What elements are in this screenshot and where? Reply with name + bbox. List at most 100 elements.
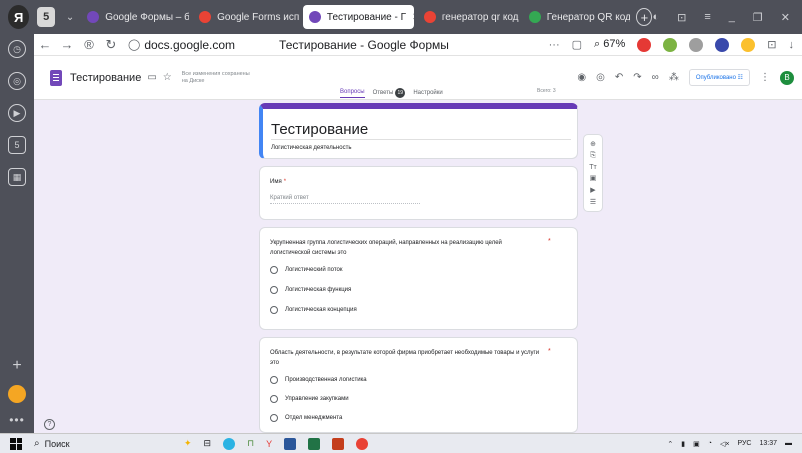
clock[interactable]: 13:37 [759,440,777,447]
weather-widget-icon[interactable]: ✦ [184,438,192,449]
zoom-level[interactable]: ⌕ 67% [594,38,625,51]
minimize-icon[interactable]: _ [729,11,735,23]
profile-icon[interactable]: ◐ [652,11,659,23]
question-card-procurement[interactable]: Область деятельности, в результате котор… [259,337,578,433]
yandex-browser-icon[interactable]: Y [266,439,272,449]
tray-app-icon[interactable]: ▮ [681,440,685,448]
question-card-logistics-group[interactable]: Укрупненная группа логистических операци… [259,227,578,330]
option-item[interactable]: Производственная логистика [270,376,367,384]
network-icon[interactable]: ◔ [708,440,712,447]
form-description[interactable]: Логистическая деятельность [271,145,351,151]
more-icon[interactable]: ··· [549,39,560,51]
tab-qr-generator-1[interactable]: генератор qr кодо [418,5,519,29]
excel-icon[interactable] [308,437,321,450]
add-image-icon[interactable]: ▣ [590,174,597,182]
adblock-icon[interactable] [637,37,652,52]
new-tab-button[interactable]: + [636,8,653,26]
collections-icon[interactable]: ⊡ [677,11,686,24]
forms-logo-icon[interactable] [50,69,62,86]
tab-testing-active[interactable]: Тестирование - Г ✕ [302,5,414,29]
palette-icon[interactable]: ◉ [577,72,586,83]
option-item[interactable]: Управление закупками [270,395,349,403]
sidebar-app-icon[interactable]: 5 [8,136,26,154]
more-vert-icon[interactable]: ⋮ [760,72,770,83]
reload-icon[interactable]: ↻ [100,37,122,53]
add-section-icon[interactable]: ☰ [590,198,596,206]
extension-leaf-icon[interactable] [663,37,678,52]
more-icon[interactable]: ••• [9,413,25,427]
messenger-icon[interactable]: ◎ [8,72,26,90]
undo-icon[interactable]: ↶ [615,72,623,83]
chevron-down-icon[interactable]: ⌄ [63,12,77,23]
tab-qr-generator-2[interactable]: Генератор QR кода [523,5,630,29]
lock-icon[interactable]: ◯ [128,38,140,51]
bookmark-icon[interactable]: ▢ [572,38,582,51]
preview-icon[interactable]: ◎ [596,72,605,83]
close-window-icon[interactable]: ✕ [781,11,790,24]
url-text[interactable]: docs.google.com [144,38,235,52]
maximize-icon[interactable]: ❐ [753,11,763,24]
extensions-icon[interactable]: ⊡ [767,38,776,51]
edge-icon[interactable] [223,437,236,450]
tab-answers[interactable]: Ответы 19 [373,88,406,98]
radio-icon[interactable] [270,395,278,403]
word-icon[interactable] [284,437,297,450]
form-name[interactable]: Тестирование [70,72,141,84]
radio-icon[interactable] [270,414,278,422]
image-gallery-icon[interactable]: ▦ [8,168,26,186]
option-item[interactable]: Логистическая концепция [270,306,357,314]
download-icon[interactable]: ↓ [789,39,795,51]
link-icon[interactable]: ∞ [652,72,659,83]
help-icon[interactable]: ? [44,419,55,430]
radio-icon[interactable] [270,306,278,314]
form-title-card[interactable]: Тестирование Логистическая деятельность [259,103,578,159]
question-card-name[interactable]: Имя * Краткий ответ [259,166,578,220]
alice-icon[interactable] [8,385,26,403]
chrome-icon[interactable] [356,437,369,450]
add-title-icon[interactable]: Tт [589,164,596,171]
tab-google-forms-1[interactable]: Google Формы – бе [81,5,189,29]
import-questions-icon[interactable]: ⎘ [590,152,596,160]
tab-questions[interactable]: Вопросы [340,89,365,98]
radio-icon[interactable] [270,376,278,384]
volume-icon[interactable]: ◁× [720,440,729,448]
add-icon[interactable]: + [12,357,21,375]
folder-icon[interactable]: ▭ [147,72,156,83]
radio-icon[interactable] [270,286,278,294]
taskbar-search[interactable]: ⌕ Поиск [34,437,144,451]
published-button[interactable]: Опубликовано ☷ [688,69,750,86]
option-item[interactable]: Отдел менеджмента [270,414,342,422]
protect-icon[interactable]: ® [78,37,100,52]
avatar[interactable]: B [780,70,794,85]
tray-security-icon[interactable]: ▣ [693,440,700,448]
extension-shield-icon[interactable] [689,37,704,52]
tab-groups-icon[interactable]: 5 [37,7,56,27]
star-icon[interactable]: ☆ [163,72,172,83]
language-indicator[interactable]: РУС [737,440,751,447]
add-collaborator-icon[interactable]: ⁂ [669,72,679,83]
add-question-icon[interactable]: ⊕ [590,140,596,148]
battery-icon[interactable] [741,37,756,52]
history-icon[interactable]: ◷ [8,40,26,58]
notifications-icon[interactable]: ▬ [785,440,792,447]
windows-start-icon[interactable] [10,437,22,450]
powerpoint-icon[interactable] [332,437,345,450]
add-video-icon[interactable]: ▶ [590,186,595,194]
play-icon[interactable]: ▶ [8,104,26,122]
tab-google-forms-2[interactable]: Google Forms испо [193,5,299,29]
radio-icon[interactable] [270,266,278,274]
yandex-logo-icon[interactable]: Я [8,5,30,29]
close-tab-icon[interactable]: ✕ [412,12,414,23]
tray-expand-icon[interactable]: ⌃ [667,440,673,448]
form-title[interactable]: Тестирование [271,121,368,138]
extension-vpn-icon[interactable] [715,37,730,52]
back-icon[interactable]: ← [34,37,56,52]
menu-icon[interactable]: ≡ [704,11,710,23]
option-item[interactable]: Логистическая функция [270,286,351,294]
file-explorer-icon[interactable]: ⊓ [247,438,254,449]
option-item[interactable]: Логистический поток [270,266,342,274]
forward-icon[interactable]: → [56,37,78,52]
task-view-icon[interactable]: ⊟ [204,438,212,449]
redo-icon[interactable]: ↷ [633,72,641,83]
tab-settings[interactable]: Настройки [413,90,442,96]
